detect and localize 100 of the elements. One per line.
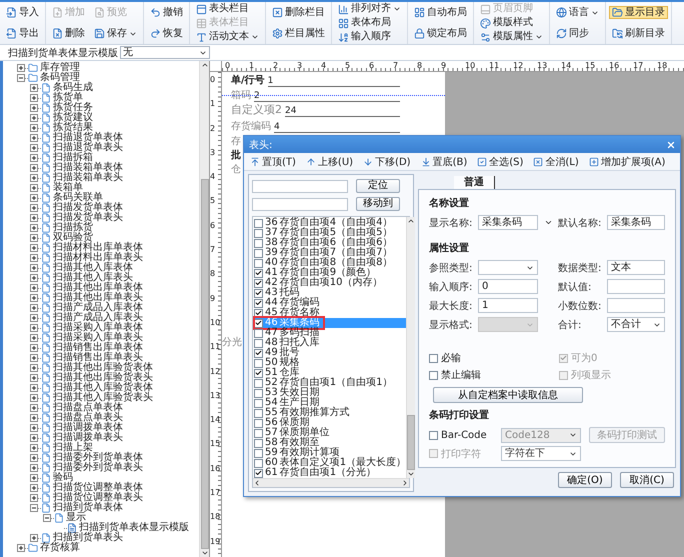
- checkbox[interactable]: [254, 248, 263, 258]
- tree-item[interactable]: 扫描材料出库单表头: [53, 253, 143, 263]
- toolbar-button[interactable]: 显示目录: [609, 6, 668, 19]
- tree-item[interactable]: 扫描上架: [53, 443, 93, 453]
- toolbar-button[interactable]: 锁定布局: [411, 27, 470, 40]
- toolbar-button[interactable]: 模版样式: [477, 16, 546, 30]
- expand-icon[interactable]: [30, 304, 38, 312]
- list-item[interactable]: 54 生产日期: [253, 398, 406, 408]
- tree-item[interactable]: 扫描发货单表体: [53, 203, 123, 213]
- toolbar-button[interactable]: 活动文本: [193, 30, 262, 44]
- tree-item[interactable]: 扫描其他入库验货表头: [53, 393, 153, 403]
- list-item[interactable]: 48 扫托入库: [253, 338, 406, 348]
- read-info-button[interactable]: 从自定档案中读取信息: [433, 387, 583, 403]
- field-value[interactable]: 24: [285, 106, 400, 117]
- scroll-up-icon[interactable]: [407, 217, 416, 225]
- collapse-icon[interactable]: [30, 504, 38, 512]
- expand-icon[interactable]: [30, 394, 38, 402]
- tree-item[interactable]: 拣货结果: [53, 123, 93, 133]
- toolbar-button[interactable]: 同步: [553, 27, 602, 40]
- tree-item[interactable]: 显示: [66, 513, 86, 523]
- text-field[interactable]: 1: [478, 298, 538, 313]
- chevron-icon[interactable]: [544, 218, 552, 227]
- expand-icon[interactable]: [30, 464, 38, 472]
- field-value[interactable]: 1: [268, 76, 400, 87]
- expand-icon[interactable]: [30, 94, 38, 102]
- list-item[interactable]: 39 存货自由项7（自由项7）: [253, 248, 406, 258]
- tree-item[interactable]: 扫描产成品入库表体: [53, 303, 143, 313]
- expand-icon[interactable]: [30, 534, 38, 542]
- toolbar-button[interactable]: 导入: [3, 6, 42, 19]
- tree-item[interactable]: 库存管理: [40, 63, 80, 73]
- tree-item[interactable]: 存货核算: [40, 543, 80, 553]
- expand-icon[interactable]: [30, 404, 38, 412]
- expand-icon[interactable]: [30, 434, 38, 442]
- toolbar-button[interactable]: 置顶(T): [248, 154, 298, 168]
- checkbox[interactable]: [254, 468, 263, 478]
- vertical-scrollbar[interactable]: [406, 217, 416, 478]
- tree-item[interactable]: 扫描退货单表头: [53, 143, 123, 153]
- checkbox[interactable]: [254, 298, 263, 308]
- list-item[interactable]: 55 有效期推算方式: [253, 408, 406, 418]
- list-item[interactable]: 47 多码扫描: [253, 328, 406, 338]
- tree-item[interactable]: 扫描其他入库验货表体: [53, 383, 153, 393]
- tree-item[interactable]: 扫描采购入库单表体: [53, 323, 143, 333]
- search-field[interactable]: [252, 180, 348, 192]
- expand-icon[interactable]: [30, 344, 38, 352]
- toolbar-button[interactable]: 全消(L): [531, 154, 581, 168]
- tree-item[interactable]: 扫描销售出库单表头: [53, 353, 143, 363]
- checkbox[interactable]: [254, 288, 263, 298]
- toolbar-button[interactable]: 语言: [553, 6, 602, 19]
- tree-item[interactable]: 扫描到货单表体显示模版: [79, 523, 189, 533]
- field-label[interactable]: 批: [231, 148, 241, 162]
- toolbar-button[interactable]: 自动布局: [411, 6, 470, 19]
- list-item[interactable]: 59 有效期计算项: [253, 448, 406, 458]
- expand-icon[interactable]: [30, 194, 38, 202]
- expand-icon[interactable]: [30, 314, 38, 322]
- tree-item[interactable]: 装箱单: [53, 183, 83, 193]
- checkbox[interactable]: [254, 268, 263, 278]
- expand-icon[interactable]: [30, 164, 38, 172]
- expand-icon[interactable]: [30, 354, 38, 362]
- expand-icon[interactable]: [30, 494, 38, 502]
- expand-icon[interactable]: [30, 84, 38, 92]
- tree-item[interactable]: 扫描发货单表头: [53, 213, 123, 223]
- scroll-left-icon[interactable]: [253, 479, 261, 487]
- tree-item[interactable]: 拣货建议: [53, 113, 93, 123]
- tree-item[interactable]: 扫描委外到货单表头: [53, 463, 143, 473]
- toolbar-button[interactable]: 表体布局: [335, 16, 404, 30]
- tree-item[interactable]: 扫描拣货: [53, 223, 93, 233]
- text-field[interactable]: 0: [478, 279, 538, 294]
- checkbox[interactable]: [254, 228, 263, 238]
- list-item[interactable]: 38 存货自由项6（自由项6）: [253, 238, 406, 248]
- list-item[interactable]: 53 失效日期: [253, 388, 406, 398]
- list-item[interactable]: 49 批号: [253, 348, 406, 358]
- tree-item[interactable]: 扫描拆箱: [53, 153, 93, 163]
- expand-icon[interactable]: [30, 374, 38, 382]
- checkbox[interactable]: [254, 378, 263, 388]
- toolbar-button[interactable]: 排列对齐: [335, 2, 404, 16]
- toolbar-button[interactable]: 恢复: [147, 27, 186, 40]
- checkbox[interactable]: [254, 398, 263, 408]
- scroll-down-icon[interactable]: [200, 549, 208, 557]
- toolbar-button[interactable]: 置底(B): [418, 154, 470, 168]
- expand-icon[interactable]: [30, 224, 38, 232]
- field-value[interactable]: 4: [274, 122, 400, 133]
- tree-item[interactable]: 扫描其他出库单表头: [53, 293, 143, 303]
- tree-item[interactable]: 扫描货位调整单表头: [53, 493, 143, 503]
- tree-item[interactable]: 扫描其他出库验货表体: [53, 363, 153, 373]
- checkbox[interactable]: [254, 408, 263, 418]
- tree-item[interactable]: 扫描到货单表头: [53, 533, 123, 543]
- checkbox[interactable]: [254, 438, 263, 448]
- tree-item[interactable]: 扫描产成品入库表头: [53, 313, 143, 323]
- field-label[interactable]: 存: [231, 134, 241, 148]
- expand-icon[interactable]: [30, 124, 38, 132]
- horizontal-scrollbar[interactable]: [253, 478, 409, 487]
- checkbox[interactable]: [429, 354, 438, 362]
- toolbar-button[interactable]: 上移(U): [304, 154, 356, 168]
- tree-item[interactable]: 扫描装箱单表体: [53, 163, 123, 173]
- checkbox[interactable]: [254, 258, 263, 268]
- list-item[interactable]: 61 存货自由项1（分光）: [253, 468, 406, 478]
- text-field[interactable]: 文本: [607, 260, 665, 275]
- expand-icon[interactable]: [30, 454, 38, 462]
- expand-icon[interactable]: [30, 184, 38, 192]
- expand-icon[interactable]: [30, 364, 38, 372]
